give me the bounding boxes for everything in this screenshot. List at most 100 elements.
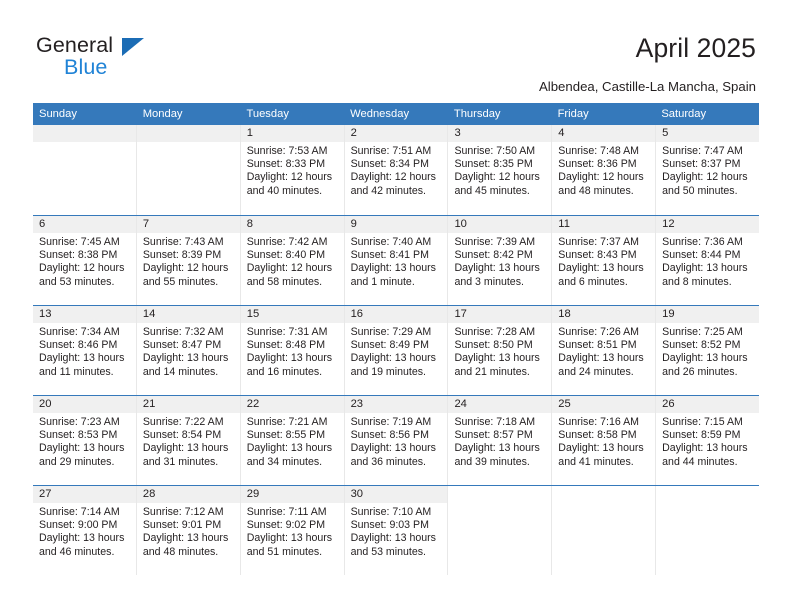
day-details: Sunrise: 7:11 AM Sunset: 9:02 PM Daylight:… bbox=[241, 503, 344, 559]
sunset-text: Sunset: 8:53 PM bbox=[39, 429, 118, 442]
day-details: Sunrise: 7:45 AM Sunset: 8:38 PM Daylight:… bbox=[33, 233, 136, 289]
day-cell-21[interactable]: 21 Sunrise: 7:22 AM Sunset: 8:54 PM Dayligh… bbox=[135, 396, 240, 485]
day-number: 24 bbox=[448, 396, 552, 413]
day-cell-4[interactable]: 4 Sunrise: 7:48 AM Sunset: 8:36 PM Daylight… bbox=[551, 125, 656, 215]
sunset-text: Sunset: 9:01 PM bbox=[142, 519, 222, 532]
day-cell-27[interactable]: 27 Sunrise: 7:14 AM Sunset: 9:00 PM Dayligh… bbox=[33, 486, 136, 575]
day-number bbox=[448, 486, 551, 503]
day-cell-24[interactable]: 24 Sunrise: 7:18 AM Sunset: 8:57 PM Dayligh… bbox=[447, 396, 552, 485]
day-cell-18[interactable]: 18 Sunrise: 7:26 AM Sunset: 8:51 PM Dayligh… bbox=[551, 306, 656, 395]
day-cell-9[interactable]: 9 Sunrise: 7:40 AM Sunset: 8:41 PM Daylight… bbox=[343, 216, 448, 305]
daylight-text: Daylight: 13 hours and 31 minutes. bbox=[142, 442, 229, 468]
day-number: 26 bbox=[656, 396, 760, 413]
sunset-text: Sunset: 8:38 PM bbox=[39, 249, 118, 262]
sunset-text: Sunset: 8:41 PM bbox=[350, 249, 429, 262]
day-cell-29[interactable]: 29 Sunrise: 7:11 AM Sunset: 9:02 PM Dayligh… bbox=[239, 486, 344, 575]
daylight-text: Daylight: 13 hours and 36 minutes. bbox=[350, 442, 436, 468]
day-cell-3[interactable]: 3 Sunrise: 7:50 AM Sunset: 8:35 PM Daylight… bbox=[447, 125, 552, 215]
day-cell-2[interactable]: 2 Sunrise: 7:51 AM Sunset: 8:34 PM Daylight… bbox=[343, 125, 448, 215]
day-cell-16[interactable]: 16 Sunrise: 7:29 AM Sunset: 8:49 PM Dayligh… bbox=[343, 306, 448, 395]
sunrise-text: Sunrise: 7:29 AM bbox=[350, 326, 432, 338]
sunrise-text: Sunrise: 7:32 AM bbox=[142, 326, 224, 338]
day-details: Sunrise: 7:16 AM Sunset: 8:58 PM Daylight:… bbox=[552, 413, 655, 469]
day-details: Sunrise: 7:34 AM Sunset: 8:46 PM Daylight:… bbox=[33, 323, 136, 379]
day-cell-empty bbox=[447, 486, 551, 575]
day-cell-26[interactable]: 26 Sunrise: 7:15 AM Sunset: 8:59 PM Dayligh… bbox=[655, 396, 760, 485]
day-details: Sunrise: 7:10 AM Sunset: 9:03 PM Daylight:… bbox=[345, 503, 448, 559]
daylight-text: Daylight: 13 hours and 26 minutes. bbox=[662, 352, 748, 378]
sunset-text: Sunset: 8:57 PM bbox=[454, 429, 533, 442]
sunrise-text: Sunrise: 7:40 AM bbox=[350, 236, 432, 248]
sunrise-text: Sunrise: 7:48 AM bbox=[558, 145, 639, 157]
day-cell-1[interactable]: 1 Sunrise: 7:53 AM Sunset: 8:33 PM Daylight… bbox=[239, 125, 344, 215]
day-number: 23 bbox=[344, 396, 448, 413]
sunrise-text: Sunrise: 7:12 AM bbox=[142, 506, 224, 518]
sunrise-text: Sunrise: 7:42 AM bbox=[246, 236, 328, 248]
weekday-header-sunday: Sunday bbox=[39, 108, 77, 120]
day-details: Sunrise: 7:42 AM Sunset: 8:40 PM Daylight:… bbox=[241, 233, 344, 289]
sunrise-text: Sunrise: 7:15 AM bbox=[662, 416, 743, 428]
weekday-header-thursday: Thursday bbox=[453, 108, 501, 120]
weekday-header-tuesday: Tuesday bbox=[246, 108, 289, 120]
calendar-week-row: 13 Sunrise: 7:34 AM Sunset: 8:46 PM Dayligh… bbox=[33, 305, 760, 395]
generalblue-logo[interactable]: General Blue bbox=[36, 33, 266, 85]
sunrise-text: Sunrise: 7:34 AM bbox=[39, 326, 120, 338]
day-cell-empty bbox=[551, 486, 655, 575]
daylight-text: Daylight: 13 hours and 48 minutes. bbox=[142, 532, 229, 558]
weekday-header-wednesday: Wednesday bbox=[350, 108, 410, 120]
day-cell-11[interactable]: 11 Sunrise: 7:37 AM Sunset: 8:43 PM Dayligh… bbox=[551, 216, 656, 305]
day-cell-10[interactable]: 10 Sunrise: 7:39 AM Sunset: 8:42 PM Dayligh… bbox=[447, 216, 552, 305]
day-details: Sunrise: 7:47 AM Sunset: 8:37 PM Daylight:… bbox=[656, 142, 759, 198]
sunrise-text: Sunrise: 7:28 AM bbox=[454, 326, 536, 338]
logo-triangle-icon bbox=[122, 37, 144, 56]
sunrise-text: Sunrise: 7:43 AM bbox=[142, 236, 224, 248]
daylight-text: Daylight: 13 hours and 16 minutes. bbox=[246, 352, 333, 378]
daylight-text: Daylight: 13 hours and 53 minutes. bbox=[350, 532, 436, 558]
day-cell-17[interactable]: 17 Sunrise: 7:28 AM Sunset: 8:50 PM Dayligh… bbox=[447, 306, 552, 395]
sunset-text: Sunset: 8:40 PM bbox=[246, 249, 326, 262]
day-number bbox=[552, 486, 655, 503]
day-details: Sunrise: 7:37 AM Sunset: 8:43 PM Daylight:… bbox=[552, 233, 655, 289]
day-cell-6[interactable]: 6 Sunrise: 7:45 AM Sunset: 8:38 PM Daylight… bbox=[33, 216, 136, 305]
sunset-text: Sunset: 9:02 PM bbox=[246, 519, 326, 532]
day-cell-5[interactable]: 5 Sunrise: 7:47 AM Sunset: 8:37 PM Daylight… bbox=[655, 125, 760, 215]
day-cell-30[interactable]: 30 Sunrise: 7:10 AM Sunset: 9:03 PM Dayligh… bbox=[343, 486, 448, 575]
day-number: 15 bbox=[240, 306, 344, 323]
day-number bbox=[136, 125, 240, 142]
day-number: 18 bbox=[552, 306, 656, 323]
calendar-page: General Blue April 2025 Albendea, Castil… bbox=[0, 0, 792, 612]
day-cell-14[interactable]: 14 Sunrise: 7:32 AM Sunset: 8:47 PM Dayligh… bbox=[135, 306, 240, 395]
day-details: Sunrise: 7:28 AM Sunset: 8:50 PM Daylight:… bbox=[448, 323, 551, 379]
sunset-text: Sunset: 8:47 PM bbox=[142, 339, 222, 352]
day-cell-19[interactable]: 19 Sunrise: 7:25 AM Sunset: 8:52 PM Dayligh… bbox=[655, 306, 760, 395]
day-cell-28[interactable]: 28 Sunrise: 7:12 AM Sunset: 9:01 PM Dayligh… bbox=[135, 486, 240, 575]
daylight-text: Daylight: 13 hours and 41 minutes. bbox=[558, 442, 644, 468]
day-cell-empty bbox=[135, 125, 240, 215]
day-details: Sunrise: 7:26 AM Sunset: 8:51 PM Daylight:… bbox=[552, 323, 655, 379]
day-details: Sunrise: 7:12 AM Sunset: 9:01 PM Daylight:… bbox=[137, 503, 240, 559]
day-cell-13[interactable]: 13 Sunrise: 7:34 AM Sunset: 8:46 PM Dayligh… bbox=[33, 306, 136, 395]
day-cell-12[interactable]: 12 Sunrise: 7:36 AM Sunset: 8:44 PM Dayligh… bbox=[655, 216, 760, 305]
day-cell-15[interactable]: 15 Sunrise: 7:31 AM Sunset: 8:48 PM Dayligh… bbox=[239, 306, 344, 395]
day-number: 14 bbox=[136, 306, 240, 323]
sunset-text: Sunset: 8:58 PM bbox=[558, 429, 637, 442]
sunrise-text: Sunrise: 7:25 AM bbox=[662, 326, 743, 338]
day-number: 9 bbox=[344, 216, 448, 233]
daylight-text: Daylight: 12 hours and 58 minutes. bbox=[246, 262, 333, 288]
day-details: Sunrise: 7:39 AM Sunset: 8:42 PM Daylight:… bbox=[448, 233, 551, 289]
sunrise-text: Sunrise: 7:53 AM bbox=[246, 145, 328, 157]
day-number: 20 bbox=[33, 396, 136, 413]
sunrise-text: Sunrise: 7:50 AM bbox=[454, 145, 536, 157]
day-details: Sunrise: 7:23 AM Sunset: 8:53 PM Daylight:… bbox=[33, 413, 136, 469]
day-cell-20[interactable]: 20 Sunrise: 7:23 AM Sunset: 8:53 PM Dayligh… bbox=[33, 396, 136, 485]
day-details: Sunrise: 7:40 AM Sunset: 8:41 PM Daylight:… bbox=[345, 233, 448, 289]
day-number: 22 bbox=[240, 396, 344, 413]
day-cell-22[interactable]: 22 Sunrise: 7:21 AM Sunset: 8:55 PM Dayligh… bbox=[239, 396, 344, 485]
daylight-text: Daylight: 13 hours and 14 minutes. bbox=[142, 352, 229, 378]
day-cell-25[interactable]: 25 Sunrise: 7:16 AM Sunset: 8:58 PM Dayligh… bbox=[551, 396, 656, 485]
day-cell-23[interactable]: 23 Sunrise: 7:19 AM Sunset: 8:56 PM Dayligh… bbox=[343, 396, 448, 485]
day-cell-8[interactable]: 8 Sunrise: 7:42 AM Sunset: 8:40 PM Daylight… bbox=[239, 216, 344, 305]
sunset-text: Sunset: 8:36 PM bbox=[558, 158, 637, 171]
calendar-body: 1 Sunrise: 7:53 AM Sunset: 8:33 PM Daylight… bbox=[33, 125, 760, 575]
day-cell-7[interactable]: 7 Sunrise: 7:43 AM Sunset: 8:39 PM Daylight… bbox=[135, 216, 240, 305]
